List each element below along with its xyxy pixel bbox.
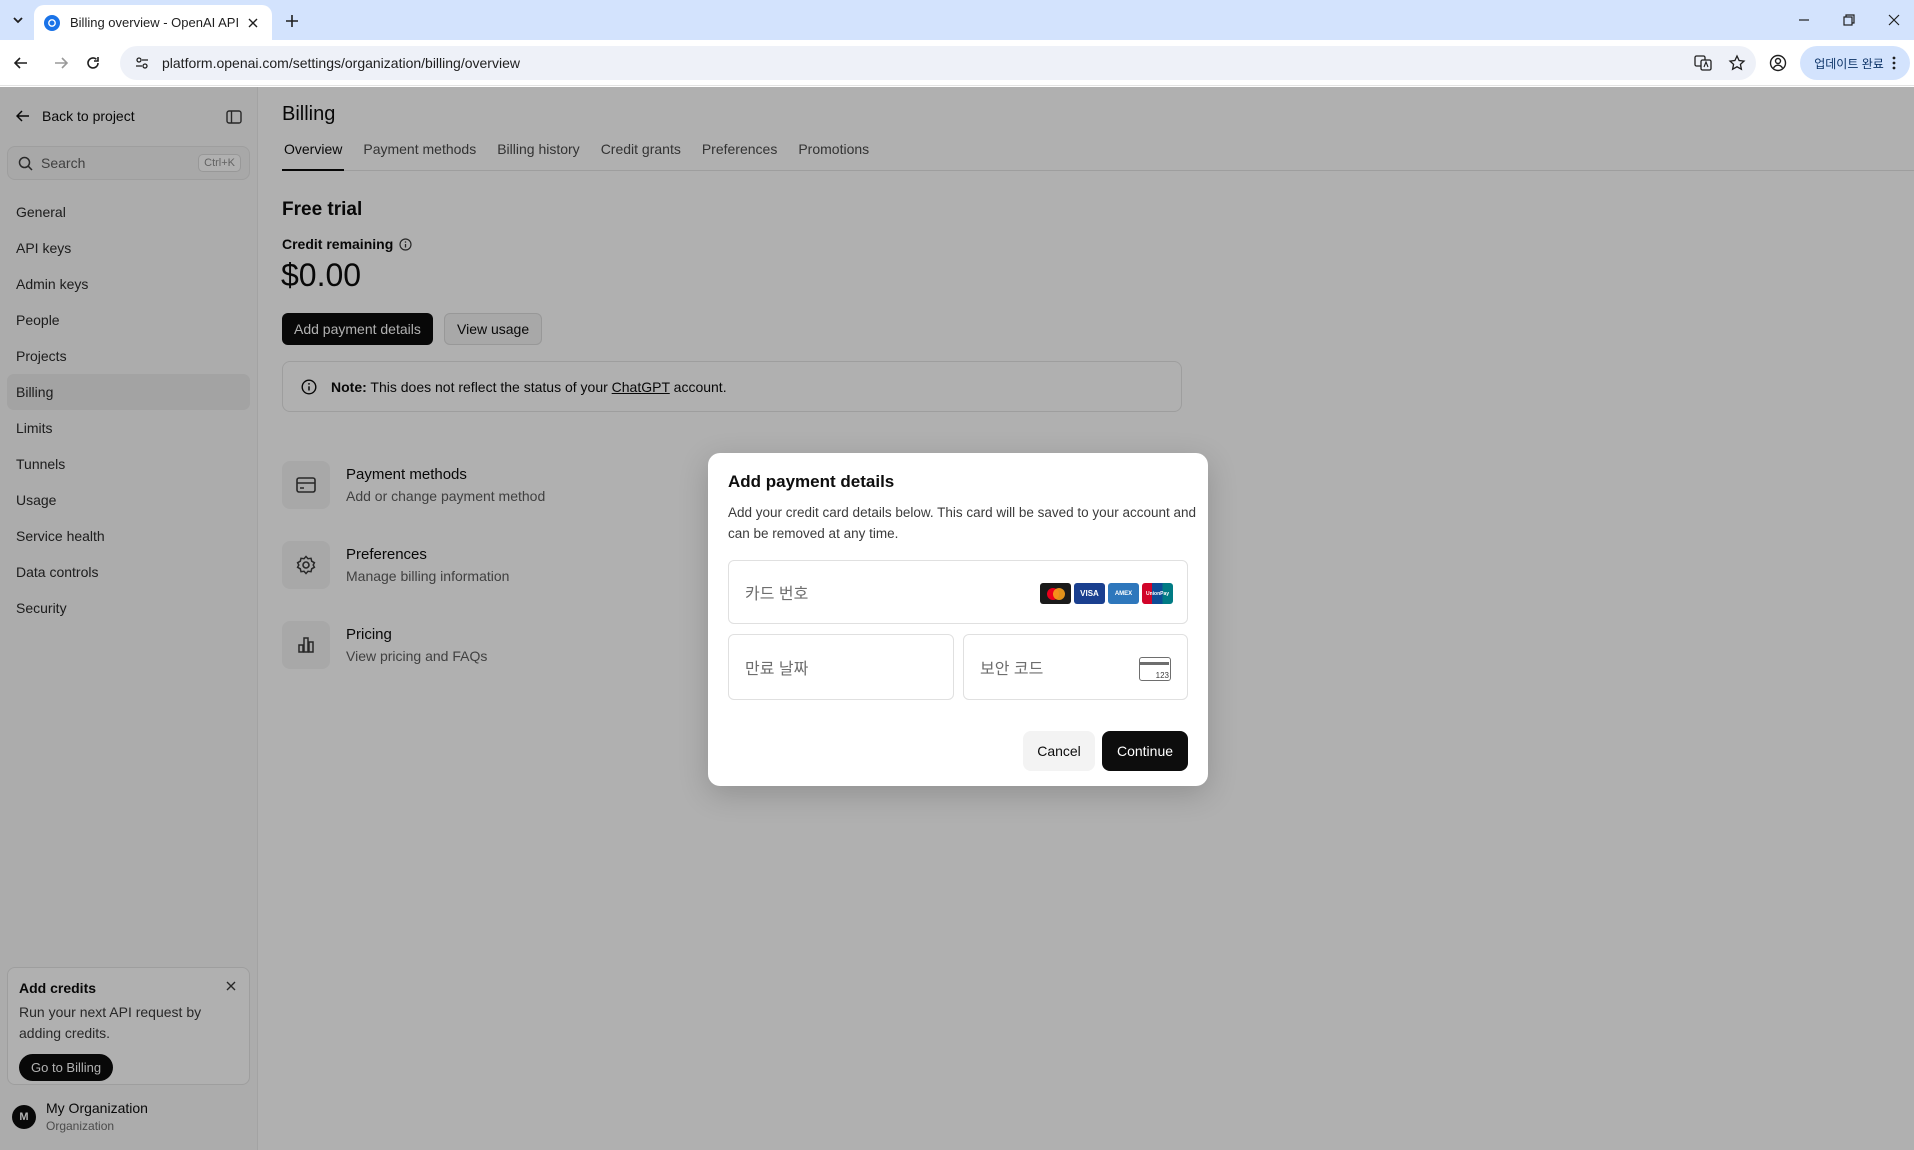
cancel-button[interactable]: Cancel: [1023, 731, 1095, 771]
unionpay-icon: UnionPay: [1142, 583, 1173, 604]
arrow-left-icon: [13, 57, 27, 69]
translate-icon[interactable]: [1688, 48, 1718, 78]
dialog-title: Add payment details: [728, 472, 895, 491]
account-circle-icon: [1769, 54, 1787, 72]
kebab-menu-icon: [1892, 56, 1896, 70]
security-code-field[interactable]: 보안 코드 123: [963, 634, 1188, 700]
tab-close-icon[interactable]: [244, 14, 262, 32]
cvc-placeholder: 보안 코드: [980, 661, 1044, 678]
add-payment-details-dialog: Add payment details Add your credit card…: [708, 453, 1208, 786]
minimize-button[interactable]: [1792, 8, 1816, 32]
expiry-placeholder: 만료 날짜: [745, 661, 809, 678]
dialog-description: Add your credit card details below. This…: [728, 505, 1197, 541]
url-text: platform.openai.com/settings/organizatio…: [162, 55, 520, 71]
close-icon: [1888, 14, 1900, 26]
address-bar[interactable]: platform.openai.com/settings/organizatio…: [120, 46, 1756, 80]
plus-icon: [286, 15, 298, 27]
amex-icon: AMEX: [1108, 583, 1139, 604]
update-button[interactable]: 업데이트 완료: [1800, 46, 1910, 80]
browser-tab-bar: Billing overview - OpenAI API: [0, 0, 1914, 40]
cvc-digits: 123: [1155, 671, 1169, 680]
minimize-icon: [1799, 19, 1809, 21]
new-tab-button[interactable]: [280, 9, 304, 33]
card-brands: VISA AMEX UnionPay: [1040, 583, 1173, 604]
expiry-date-field[interactable]: 만료 날짜: [728, 634, 954, 700]
openai-favicon-icon: [44, 14, 60, 31]
card-number-placeholder: 카드 번호: [745, 586, 809, 603]
mastercard-icon: [1040, 583, 1071, 604]
chevron-down-icon: [13, 17, 23, 24]
forward-button[interactable]: [49, 51, 73, 75]
restore-button[interactable]: [1837, 8, 1861, 32]
reload-button[interactable]: [81, 51, 105, 75]
update-label: 업데이트 완료: [1814, 56, 1884, 71]
restore-icon: [1843, 14, 1855, 26]
card-number-field[interactable]: 카드 번호 VISA AMEX UnionPay: [728, 560, 1188, 624]
browser-tab-active[interactable]: Billing overview - OpenAI API: [34, 5, 272, 40]
back-button[interactable]: [9, 51, 33, 75]
tab-title: Billing overview - OpenAI API: [70, 15, 240, 30]
cvc-card-icon: 123: [1139, 657, 1171, 681]
profile-button[interactable]: [1766, 51, 1790, 75]
visa-icon: VISA: [1074, 583, 1105, 604]
close-window-button[interactable]: [1882, 8, 1906, 32]
tab-search-button[interactable]: [6, 8, 30, 32]
arrow-right-icon: [55, 57, 69, 69]
reload-icon: [87, 57, 99, 69]
browser-toolbar: platform.openai.com/settings/organizatio…: [0, 40, 1914, 86]
site-info-icon[interactable]: [132, 53, 152, 73]
continue-button[interactable]: Continue: [1102, 731, 1188, 771]
bookmark-star-icon[interactable]: [1722, 48, 1752, 78]
